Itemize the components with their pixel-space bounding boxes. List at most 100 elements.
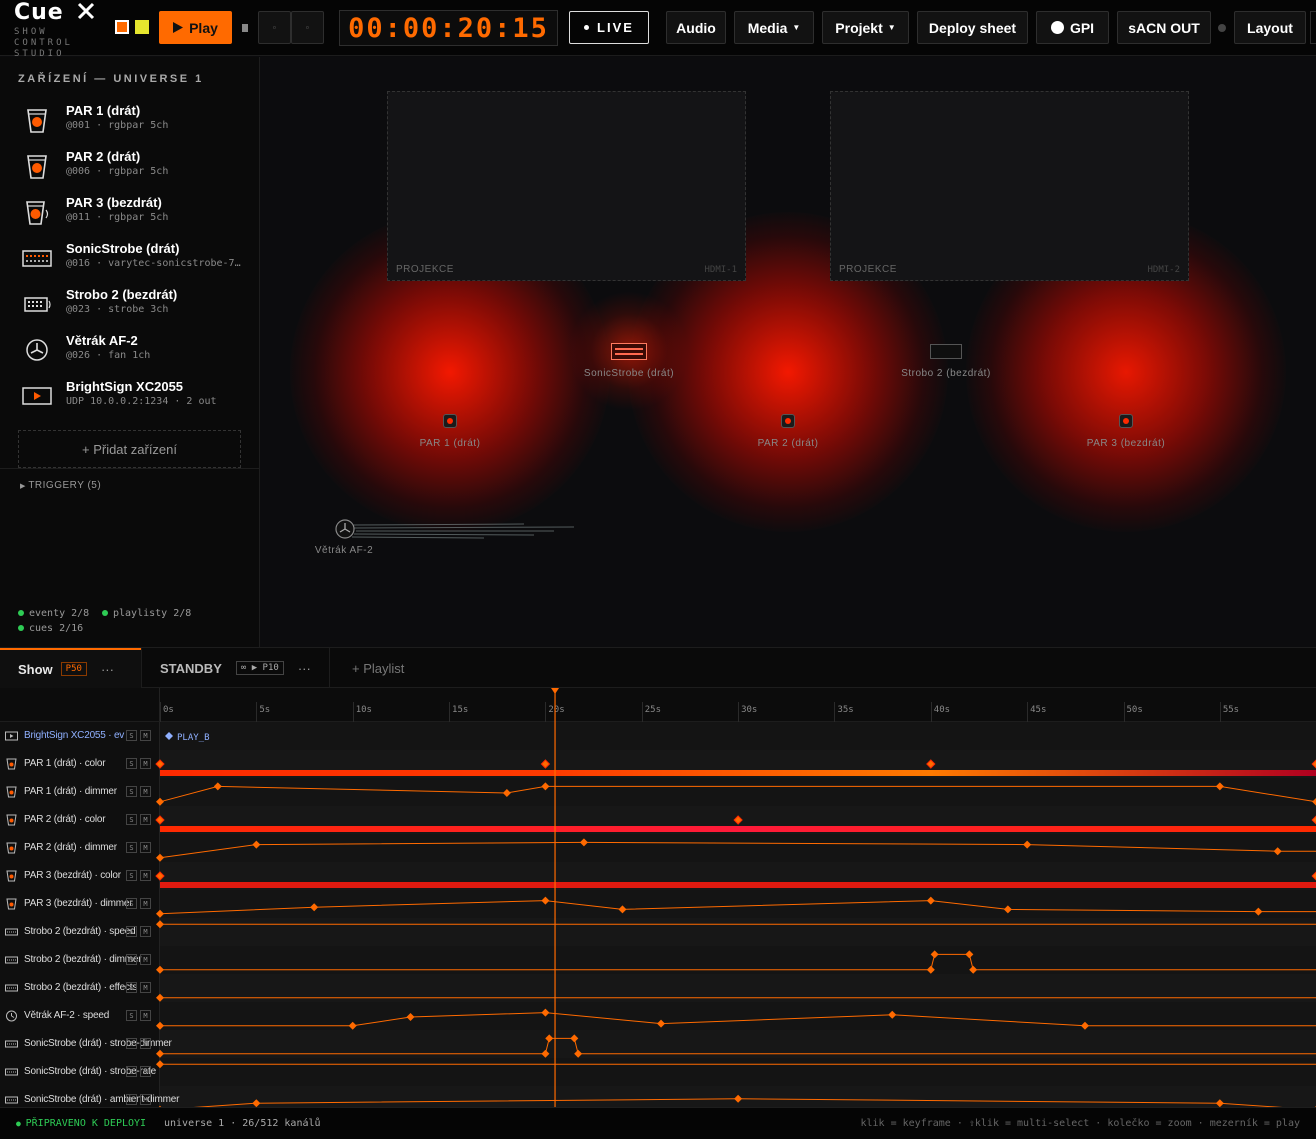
forward-button[interactable]: ◦ [291, 11, 324, 44]
color-keyframe[interactable] [926, 759, 936, 769]
keyframe-marker[interactable] [579, 838, 588, 847]
gpi-button[interactable]: GPI [1036, 11, 1109, 44]
color-swatch-orange[interactable] [115, 20, 129, 34]
keyframe-marker[interactable] [502, 789, 511, 797]
playhead-handle[interactable] [551, 688, 560, 694]
sonicstrobe-fixture-icon[interactable] [611, 343, 647, 360]
keyframe-marker[interactable] [156, 1060, 164, 1069]
projection-area-1[interactable]: PROJEKCE HDMI-1 [387, 91, 746, 281]
play-button[interactable]: Play [159, 11, 232, 44]
keyframe-marker[interactable] [310, 903, 319, 912]
par1-fixture-icon[interactable] [443, 414, 457, 428]
keyframe-marker[interactable] [1080, 1021, 1089, 1030]
color-keyframe[interactable] [733, 815, 743, 825]
keyframe-marker[interactable] [156, 993, 164, 1002]
color-ramp-bar[interactable] [160, 882, 1316, 888]
sacn-out-button[interactable]: sACN OUT [1117, 11, 1211, 44]
keyframe-marker[interactable] [926, 965, 935, 974]
automation-curves[interactable]: PLAY_B [0, 688, 1316, 1107]
keyframe-marker[interactable] [252, 840, 261, 849]
par3-fixture-icon[interactable] [1119, 414, 1133, 428]
device-item-brightsign[interactable]: BrightSign XC2055 UDP 10.0.0.2:1234 · 2 … [0, 377, 259, 423]
keyframe-marker[interactable] [657, 1019, 666, 1028]
color-keyframe[interactable] [155, 871, 165, 881]
add-device-button[interactable]: + Přidat zařízení [18, 430, 241, 468]
keyframe-marker[interactable] [965, 950, 974, 959]
par2-fixture-icon[interactable] [781, 414, 795, 428]
keyframe-marker[interactable] [156, 797, 164, 806]
keyframe-marker[interactable] [1312, 798, 1316, 806]
rewind-button[interactable]: ◦ [258, 11, 291, 44]
color-keyframe[interactable] [1311, 815, 1316, 825]
keyframe-marker[interactable] [926, 896, 935, 905]
color-keyframe[interactable] [1311, 871, 1316, 881]
deploy-sheet-button[interactable]: Deploy sheet [917, 11, 1028, 44]
keyframe-marker[interactable] [156, 965, 164, 974]
keyframe-marker[interactable] [156, 920, 164, 929]
device-address: @026 · fan 1ch [66, 350, 151, 361]
device-item-par3[interactable]: PAR 3 (bezdrát) @011 · rgbpar 5ch [0, 193, 259, 239]
color-keyframe[interactable] [155, 815, 165, 825]
keyframe-marker[interactable] [406, 1013, 415, 1021]
keyframe-marker[interactable] [545, 1034, 554, 1043]
layout-button[interactable]: Layout [1234, 11, 1306, 44]
color-ramp-bar[interactable] [160, 770, 1316, 776]
tab-show[interactable]: Show P50 ··· [0, 648, 141, 688]
fan-fixture-icon[interactable] [334, 518, 356, 540]
strobe2-fixture-icon[interactable] [930, 344, 962, 359]
keyframe-marker[interactable] [888, 1010, 897, 1019]
color-swatch-yellow[interactable] [135, 20, 149, 34]
device-item-fan[interactable]: Větrák AF-2 @026 · fan 1ch [0, 331, 259, 377]
keyframe-marker[interactable] [541, 1008, 550, 1017]
color-keyframe[interactable] [540, 759, 551, 769]
media-menu[interactable]: Media ▼ [734, 11, 814, 44]
keyframe-marker[interactable] [1215, 782, 1224, 791]
keyframe-marker[interactable] [1254, 907, 1263, 916]
keyframe-marker[interactable] [213, 782, 222, 791]
keyframe-marker[interactable] [969, 965, 978, 974]
device-item-strobo2[interactable]: Strobo 2 (bezdrát) @023 · strobe 3ch [0, 285, 259, 331]
keyframe-marker[interactable] [348, 1021, 357, 1030]
keyframe-marker[interactable] [570, 1034, 579, 1043]
keyframe-marker[interactable] [1273, 847, 1282, 856]
color-keyframe[interactable] [155, 759, 165, 769]
keyframe-marker[interactable] [1023, 840, 1032, 849]
keyframe-marker[interactable] [618, 905, 627, 914]
keyframe-marker[interactable] [574, 1049, 583, 1058]
media-player-icon [22, 387, 52, 405]
projekt-menu[interactable]: Projekt ▼ [822, 11, 909, 44]
keyframe-marker[interactable] [1003, 905, 1012, 914]
device-item-par2[interactable]: PAR 2 (drát) @006 · rgbpar 5ch [0, 147, 259, 193]
keyframe-marker[interactable] [541, 782, 550, 791]
keyframe-marker[interactable] [541, 896, 550, 905]
tab-standby[interactable]: STANDBY ∞ ▶ P10 ··· [141, 648, 330, 688]
audio-button[interactable]: Audio [666, 11, 726, 44]
app-logo[interactable]: Cue [14, 0, 96, 25]
event-marker[interactable] [165, 732, 173, 740]
color-keyframe[interactable] [1311, 759, 1316, 769]
add-playlist-button[interactable]: + Playlist [352, 648, 404, 688]
more-icon[interactable]: ··· [101, 662, 114, 677]
device-item-sonicstrobe[interactable]: SonicStrobe (drát) @016 · varytec-sonics… [0, 239, 259, 285]
triggers-label: TRIGGERY (5) [28, 480, 102, 491]
projection-area-2[interactable]: PROJEKCE HDMI-2 [830, 91, 1189, 281]
keyframe-marker[interactable] [252, 1099, 261, 1107]
triggers-toggle[interactable]: ▶ TRIGGERY (5) [20, 480, 101, 491]
live-button[interactable]: LIVE [569, 11, 649, 44]
stage-canvas[interactable]: PROJEKCE HDMI-1 PROJEKCE HDMI-2 PAR 1 (d… [260, 57, 1316, 647]
keyframe-marker[interactable] [156, 909, 164, 918]
timeline[interactable]: 0s 5s 10s 15s 20s 25s 30s 35s 40s 45s 50s 55s Brigh… [0, 688, 1316, 1107]
keyframe-marker[interactable] [156, 1049, 164, 1058]
more-icon[interactable]: ··· [298, 661, 311, 676]
device-item-par1[interactable]: PAR 1 (drát) @001 · rgbpar 5ch [0, 101, 259, 147]
keyframe-marker[interactable] [156, 1021, 164, 1030]
stop-button[interactable] [238, 11, 252, 44]
keyframe-marker[interactable] [156, 853, 164, 862]
keyframe-marker[interactable] [734, 1094, 743, 1103]
sonicstrobe-fixture-label: SonicStrobe (drát) [583, 368, 675, 379]
keyframe-marker[interactable] [930, 950, 939, 959]
playlist-tabs: Show P50 ··· STANDBY ∞ ▶ P10 ··· + Playl… [0, 647, 1316, 688]
keyframe-marker[interactable] [541, 1049, 550, 1058]
keyframe-marker[interactable] [1215, 1099, 1224, 1107]
color-ramp-bar[interactable] [160, 826, 1316, 832]
